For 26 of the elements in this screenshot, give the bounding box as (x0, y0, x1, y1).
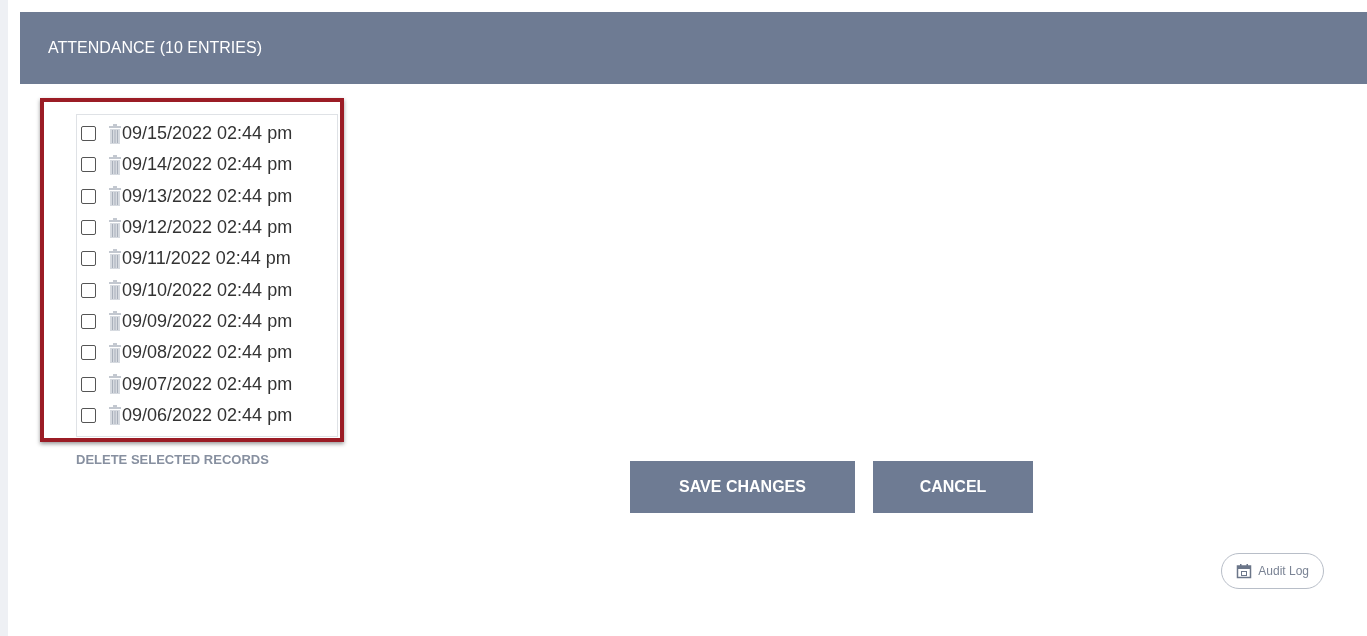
calendar-icon (1236, 563, 1253, 579)
record-date: 09/07/2022 02:44 pm (122, 373, 293, 395)
checkbox[interactable] (81, 345, 96, 361)
audit-log-button[interactable]: Audit Log (1221, 553, 1324, 589)
cancel-button[interactable]: CANCEL (873, 461, 1033, 513)
record-date: 09/15/2022 02:44 pm (122, 123, 293, 145)
checkbox[interactable] (81, 220, 96, 236)
record-date: 09/13/2022 02:44 pm (122, 185, 293, 207)
delete-selected-link[interactable]: DELETE SELECTED RECORDS (76, 452, 269, 467)
checkbox[interactable] (81, 407, 96, 423)
checkbox[interactable] (81, 251, 96, 267)
record-date: 09/10/2022 02:44 pm (122, 279, 293, 301)
save-button[interactable]: SAVE CHANGES (630, 461, 855, 513)
checkbox[interactable] (81, 126, 96, 142)
checkbox[interactable] (81, 188, 96, 204)
record-date: 09/09/2022 02:44 pm (122, 310, 293, 332)
checkbox[interactable] (81, 313, 96, 329)
checkbox[interactable] (81, 376, 96, 392)
record-date: 09/12/2022 02:44 pm (122, 217, 293, 239)
checkbox[interactable] (81, 282, 96, 298)
record-date: 09/08/2022 02:44 pm (122, 342, 293, 364)
section-title: ATTENDANCE (10 ENTRIES) (48, 39, 262, 57)
record-date: 09/06/2022 02:44 pm (122, 404, 293, 426)
record-date: 09/14/2022 02:44 pm (122, 154, 293, 176)
checkbox[interactable] (81, 157, 96, 173)
record-date: 09/11/2022 02:44 pm (122, 248, 291, 270)
